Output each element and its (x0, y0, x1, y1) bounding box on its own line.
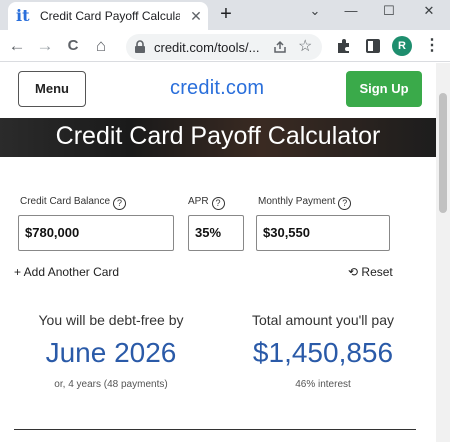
section-divider (14, 429, 416, 430)
apr-help-icon[interactable]: ? (211, 197, 225, 210)
page-title: Credit Card Payoff Calculator (55, 122, 381, 150)
reload-button[interactable]: C (62, 35, 84, 57)
total-interest-subtext: 46% interest (295, 379, 351, 390)
debt-free-subtext: or, 4 years (48 payments) (54, 379, 168, 390)
balance-help-icon[interactable]: ? (113, 197, 127, 210)
page-scrollbar[interactable] (436, 63, 450, 442)
debt-free-date: June 2026 (45, 337, 177, 368)
extensions-puzzle-icon[interactable] (336, 38, 352, 54)
debt-free-label: You will be debt-free by (38, 312, 184, 328)
apr-label: APR? (188, 196, 225, 210)
apr-label-text: APR (188, 196, 209, 207)
url-text[interactable]: credit.com/tools/... (154, 40, 259, 55)
monthly-payment-field[interactable]: $30,550 (256, 215, 390, 251)
window-close-button[interactable]: ✕ (414, 0, 444, 26)
new-tab-button[interactable]: + (216, 4, 236, 24)
apr-field[interactable]: 35% (188, 215, 244, 251)
payment-label: Monthly Payment? (258, 196, 352, 210)
home-button[interactable]: ⌂ (90, 35, 112, 57)
minimize-button[interactable]: — (336, 0, 366, 26)
back-button[interactable]: ← (6, 35, 28, 57)
add-another-card-link[interactable]: + Add Another Card (14, 265, 119, 279)
payment-label-text: Monthly Payment (258, 196, 336, 207)
maximize-button[interactable]: ☐ (374, 0, 404, 26)
share-icon[interactable] (272, 39, 288, 55)
total-amount-label: Total amount you'll pay (252, 312, 394, 328)
payment-help-icon[interactable]: ? (338, 197, 352, 210)
credit-logo[interactable]: credit.com (170, 77, 264, 100)
bookmark-star-icon[interactable]: ☆ (298, 37, 312, 57)
scrollbar-thumb[interactable] (439, 93, 447, 213)
side-panel-icon[interactable] (366, 39, 380, 53)
browser-menu-icon[interactable]: ⋮ (424, 35, 440, 57)
total-amount-value: $1,450,856 (252, 337, 394, 368)
balance-field[interactable]: $780,000 (18, 215, 174, 251)
reset-button[interactable]: ⟲ Reset (348, 265, 393, 279)
tab-title: Credit Card Payoff Calculator (40, 9, 180, 23)
tab-search-icon[interactable]: ⌄ (300, 0, 330, 26)
profile-avatar[interactable]: R (392, 36, 412, 56)
sign-up-button[interactable]: Sign Up (346, 71, 422, 107)
hero-banner: Credit Card Payoff Calculator (0, 118, 436, 157)
address-bar[interactable]: credit.com/tools/... ☆ (126, 34, 322, 60)
lock-icon (135, 40, 145, 53)
menu-button[interactable]: Menu (18, 71, 86, 107)
browser-toolbar: ← → C ⌂ credit.com/tools/... ☆ R ⋮ (0, 30, 450, 62)
balance-label: Credit Card Balance? (20, 196, 127, 210)
tab-close-icon[interactable]: ✕ (188, 8, 204, 24)
browser-tab[interactable]: it Credit Card Payoff Calculator ✕ (8, 2, 208, 30)
credit-favicon-icon: it (16, 6, 30, 25)
page-content: Menu credit.com Sign Up Credit Card Payo… (0, 63, 436, 442)
browser-tab-strip: it Credit Card Payoff Calculator ✕ + ⌄ —… (0, 0, 450, 30)
balance-label-text: Credit Card Balance (20, 196, 111, 207)
forward-button[interactable]: → (34, 35, 56, 57)
reset-icon: ⟲ (348, 265, 359, 279)
reset-label: Reset (361, 265, 393, 279)
